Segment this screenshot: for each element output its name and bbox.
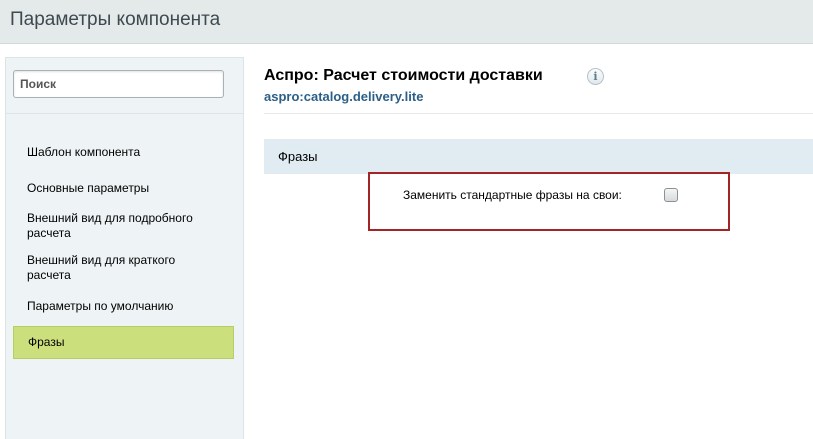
search-area <box>6 58 243 114</box>
sidebar-item-template[interactable]: Шаблон компонента <box>13 145 234 160</box>
section-title: Фразы <box>278 149 318 164</box>
sidebar: Шаблон компонента Основные параметры Вне… <box>5 57 244 439</box>
replace-phrases-label: Заменить стандартные фразы на свои: <box>403 188 622 202</box>
component-code: aspro:catalog.delivery.lite <box>264 89 424 104</box>
sidebar-item-main-params[interactable]: Основные параметры <box>13 181 234 196</box>
window-header: Параметры компонента <box>0 0 813 44</box>
section-header-phrases: Фразы <box>264 139 813 174</box>
sidebar-item-short-view[interactable]: Внешний вид для краткого расчета <box>13 253 203 283</box>
info-icon[interactable]: i <box>587 68 604 85</box>
title-divider <box>264 113 813 114</box>
window-title: Параметры компонента <box>10 9 221 30</box>
sidebar-item-detailed-view[interactable]: Внешний вид для подробного расчета <box>13 211 213 241</box>
sidebar-item-phrases[interactable]: Фразы <box>13 326 234 359</box>
replace-phrases-checkbox[interactable] <box>664 188 678 202</box>
sidebar-item-defaults[interactable]: Параметры по умолчанию <box>13 299 234 314</box>
component-title: Аспро: Расчет стоимости доставки <box>264 67 543 84</box>
search-input[interactable] <box>13 70 224 98</box>
